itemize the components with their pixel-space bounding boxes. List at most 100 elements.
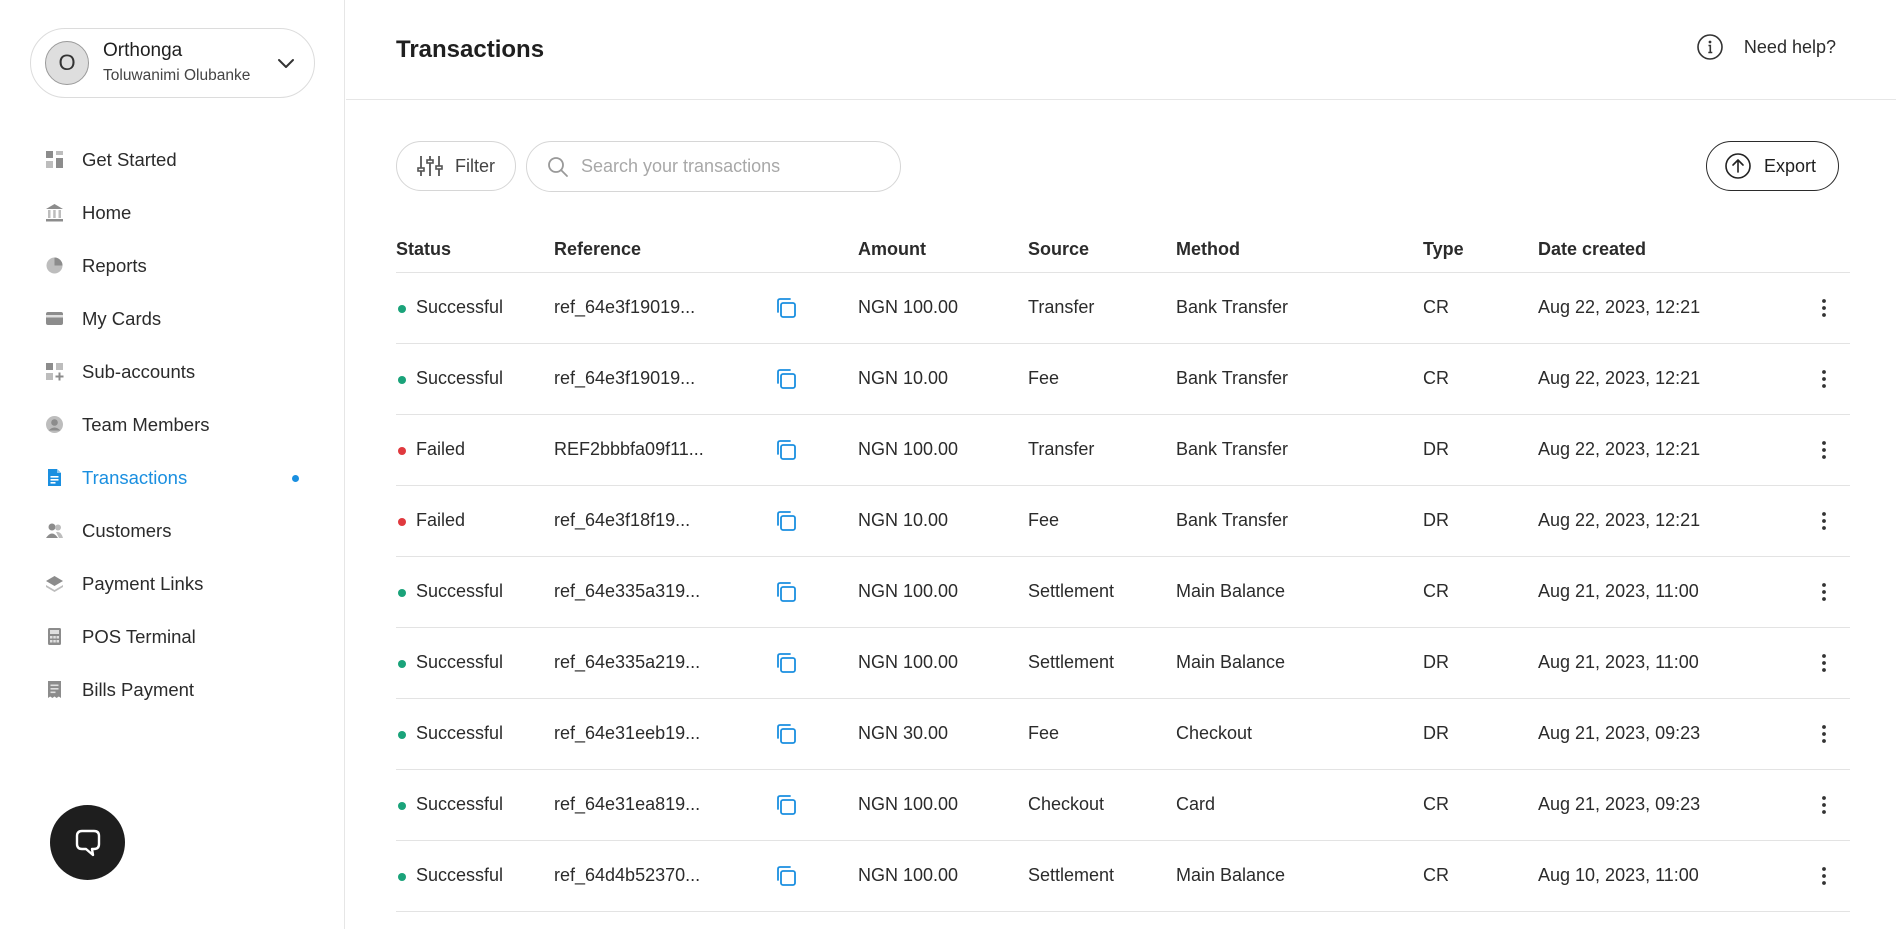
status-dot (398, 447, 406, 455)
status-cell: Successful (416, 652, 504, 672)
more-options-icon[interactable] (1812, 580, 1836, 604)
copy-icon[interactable] (774, 296, 798, 320)
table-row[interactable]: Failed REF2bbbfa09f11... NGN 100.00 Transfe… (396, 415, 1850, 486)
date-cell: Aug 22, 2023, 12:21 (1538, 297, 1701, 317)
sidebar-item-reports[interactable]: Reports (0, 239, 345, 292)
date-cell: Aug 22, 2023, 12:21 (1538, 510, 1701, 530)
sidebar-item-my-cards[interactable]: My Cards (0, 292, 345, 345)
reference-cell: ref_64e3f19019... (554, 368, 696, 388)
filter-button[interactable]: Filter (396, 141, 516, 191)
copy-icon[interactable] (774, 864, 798, 888)
method-cell: Bank Transfer (1176, 368, 1289, 388)
table-row[interactable]: Successful ref_64e31ea819... NGN 100.00 Che… (396, 770, 1850, 841)
live-chat-button[interactable] (50, 805, 125, 880)
reference-cell: ref_64e3f18f19... (554, 510, 691, 530)
users-icon (45, 521, 64, 540)
copy-icon[interactable] (774, 651, 798, 675)
status-cell: Successful (416, 581, 504, 601)
more-options-icon[interactable] (1812, 793, 1836, 817)
sidebar-item-transactions[interactable]: Transactions (0, 451, 345, 504)
table-body: Successful ref_64e3f19019... NGN 100.00 Tra… (396, 273, 1850, 912)
column-header-method: Method (1176, 239, 1240, 259)
avatar: O (45, 41, 89, 85)
user-name: Toluwanimi Olubanke (103, 67, 251, 84)
type-cell: CR (1423, 297, 1449, 317)
sidebar-item-pos-terminal[interactable]: POS Terminal (0, 610, 345, 663)
sidebar-item-label: Team Members (82, 413, 210, 435)
method-cell: Card (1176, 794, 1216, 814)
method-cell: Bank Transfer (1176, 297, 1289, 317)
type-cell: CR (1423, 865, 1449, 885)
export-button[interactable]: Export (1706, 141, 1839, 191)
bank-icon (45, 203, 64, 222)
table-row[interactable]: Successful ref_64e3f19019... NGN 100.00 Tra… (396, 273, 1850, 344)
top-header: Transactions Need help? (346, 0, 1896, 100)
sidebar-item-home[interactable]: Home (0, 186, 345, 239)
date-cell: Aug 22, 2023, 12:21 (1538, 368, 1701, 388)
status-cell: Successful (416, 865, 504, 885)
sidebar-nav: Get Started Home Reports My Cards Sub-ac… (0, 133, 345, 716)
amount-cell: NGN 100.00 (858, 865, 959, 885)
sidebar-item-team-members[interactable]: Team Members (0, 398, 345, 451)
copy-icon[interactable] (774, 580, 798, 604)
status-cell: Failed (416, 510, 466, 530)
table-header: Status Reference Amount Source Method Ty… (396, 230, 1850, 273)
type-cell: DR (1423, 652, 1449, 672)
pie-chart-icon (45, 256, 64, 275)
more-options-icon[interactable] (1812, 864, 1836, 888)
copy-icon[interactable] (774, 722, 798, 746)
table-row[interactable]: Successful ref_64e3f19019... NGN 10.00 Fee B… (396, 344, 1850, 415)
status-dot (398, 376, 406, 384)
user-circle-icon (45, 415, 64, 434)
source-cell: Settlement (1028, 581, 1115, 601)
copy-icon[interactable] (774, 509, 798, 533)
sidebar-item-get-started[interactable]: Get Started (0, 133, 345, 186)
column-header-reference: Reference (554, 239, 642, 259)
source-cell: Transfer (1028, 297, 1095, 317)
chevron-down-icon (278, 59, 294, 68)
copy-icon[interactable] (774, 793, 798, 817)
receipt-icon (45, 680, 64, 699)
sidebar-item-label: Home (82, 201, 132, 223)
type-cell: CR (1423, 794, 1449, 814)
more-options-icon[interactable] (1812, 438, 1836, 462)
column-header-amount: Amount (858, 239, 926, 259)
more-options-icon[interactable] (1812, 296, 1836, 320)
reference-cell: ref_64e31eeb19... (554, 723, 701, 743)
method-cell: Main Balance (1176, 581, 1286, 601)
active-indicator-dot (292, 475, 299, 482)
search-input[interactable] (581, 156, 881, 177)
sidebar-item-bills-payment[interactable]: Bills Payment (0, 663, 345, 716)
account-switcher[interactable]: O Orthonga Toluwanimi Olubanke (30, 28, 315, 98)
source-cell: Fee (1028, 368, 1060, 388)
copy-icon[interactable] (774, 438, 798, 462)
table-row[interactable]: Successful ref_64e335a319... NGN 100.00 Set… (396, 557, 1850, 628)
table-row[interactable]: Failed ref_64e3f18f19... NGN 10.00 Fee Bank … (396, 486, 1850, 557)
sidebar-item-payment-links[interactable]: Payment Links (0, 557, 345, 610)
upload-arrow-circle-icon (1725, 153, 1751, 179)
status-dot (398, 305, 406, 313)
more-options-icon[interactable] (1812, 651, 1836, 675)
date-cell: Aug 21, 2023, 09:23 (1538, 723, 1701, 743)
amount-cell: NGN 10.00 (858, 368, 949, 388)
layers-icon (45, 574, 64, 593)
help-link[interactable]: Need help? (1696, 33, 1836, 61)
table-row[interactable]: Successful ref_64e31eeb19... NGN 30.00 Fee C… (396, 699, 1850, 770)
source-cell: Fee (1028, 510, 1060, 530)
method-cell: Bank Transfer (1176, 510, 1289, 530)
amount-cell: NGN 100.00 (858, 581, 959, 601)
date-cell: Aug 21, 2023, 09:23 (1538, 794, 1701, 814)
filter-label: Filter (455, 155, 495, 176)
more-options-icon[interactable] (1812, 367, 1836, 391)
sidebar-item-sub-accounts[interactable]: Sub-accounts (0, 345, 345, 398)
table-row[interactable]: Successful ref_64d4b52370... NGN 100.00 Set… (396, 841, 1850, 912)
transactions-table: Status Reference Amount Source Method Ty… (396, 230, 1850, 912)
table-row[interactable]: Successful ref_64e335a219... NGN 100.00 Set… (396, 628, 1850, 699)
copy-icon[interactable] (774, 367, 798, 391)
date-cell: Aug 10, 2023, 11:00 (1538, 865, 1699, 885)
status-dot (398, 873, 406, 881)
more-options-icon[interactable] (1812, 722, 1836, 746)
more-options-icon[interactable] (1812, 509, 1836, 533)
sidebar-item-customers[interactable]: Customers (0, 504, 345, 557)
info-icon (1697, 34, 1723, 60)
